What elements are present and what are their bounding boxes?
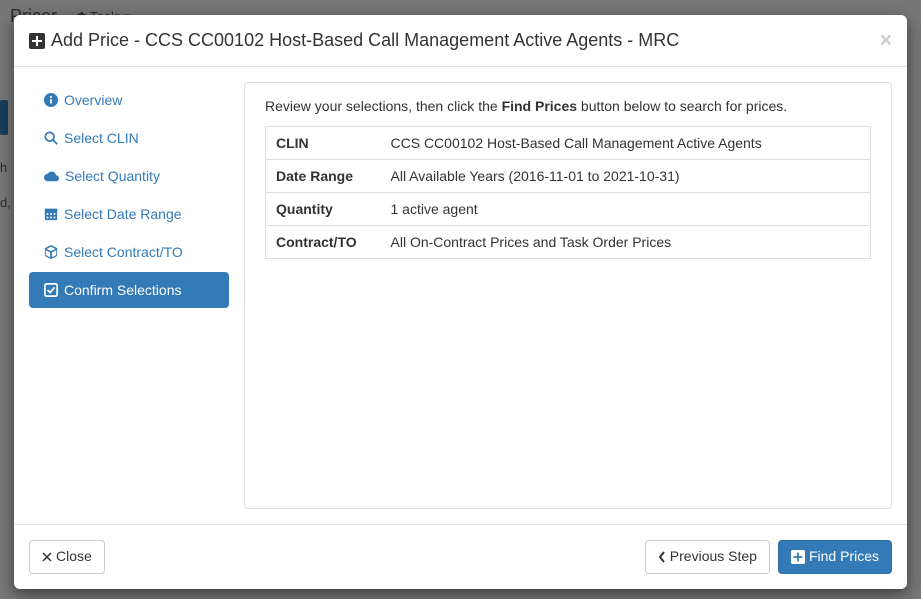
close-label: Close — [56, 547, 92, 567]
table-row: Date Range All Available Years (2016-11-… — [266, 160, 871, 193]
plus-square-icon — [791, 550, 805, 564]
add-price-modal: Add Price - CCS CC00102 Host-Based Call … — [14, 15, 907, 589]
search-icon — [44, 131, 58, 145]
row-value: All Available Years (2016-11-01 to 2021-… — [381, 160, 871, 193]
nav-label: Select CLIN — [64, 130, 139, 146]
close-footer-button[interactable]: Close — [29, 540, 105, 574]
intro-prefix: Review your selections, then click the — [265, 98, 502, 114]
table-row: Contract/TO All On-Contract Prices and T… — [266, 226, 871, 259]
intro-bold: Find Prices — [502, 98, 577, 114]
row-label: Contract/TO — [266, 226, 381, 259]
plus-square-icon — [29, 33, 45, 49]
close-button[interactable]: × — [880, 30, 892, 51]
modal-body: Overview Select CLIN Select Quantity Sel… — [14, 67, 907, 524]
row-label: Quantity — [266, 193, 381, 226]
cloud-icon — [44, 169, 59, 183]
confirm-panel: Review your selections, then click the F… — [244, 82, 892, 509]
wizard-nav: Overview Select CLIN Select Quantity Sel… — [29, 82, 229, 509]
cube-icon — [44, 245, 58, 259]
close-icon — [42, 552, 52, 562]
table-row: Quantity 1 active agent — [266, 193, 871, 226]
modal-header: Add Price - CCS CC00102 Host-Based Call … — [14, 15, 907, 67]
row-label: Date Range — [266, 160, 381, 193]
nav-label: Confirm Selections — [64, 282, 182, 298]
nav-overview[interactable]: Overview — [29, 82, 229, 118]
find-prices-button[interactable]: Find Prices — [778, 540, 892, 574]
nav-label: Select Contract/TO — [64, 244, 183, 260]
previous-step-button[interactable]: Previous Step — [645, 540, 770, 574]
nav-select-contract-to[interactable]: Select Contract/TO — [29, 234, 229, 270]
row-value: CCS CC00102 Host-Based Call Management A… — [381, 127, 871, 160]
check-square-icon — [44, 283, 58, 297]
info-circle-icon — [44, 93, 58, 107]
row-label: CLIN — [266, 127, 381, 160]
intro-suffix: button below to search for prices. — [577, 98, 787, 114]
nav-label: Select Date Range — [64, 206, 182, 222]
row-value: All On-Contract Prices and Task Order Pr… — [381, 226, 871, 259]
chevron-left-icon — [658, 551, 666, 563]
nav-select-date-range[interactable]: Select Date Range — [29, 196, 229, 232]
calendar-icon — [44, 207, 58, 221]
find-prices-label: Find Prices — [809, 547, 879, 567]
nav-select-quantity[interactable]: Select Quantity — [29, 158, 229, 194]
previous-step-label: Previous Step — [670, 547, 757, 567]
nav-label: Overview — [64, 92, 122, 108]
modal-title-text: Add Price - CCS CC00102 Host-Based Call … — [51, 30, 679, 51]
nav-select-clin[interactable]: Select CLIN — [29, 120, 229, 156]
nav-confirm-selections[interactable]: Confirm Selections — [29, 272, 229, 308]
row-value: 1 active agent — [381, 193, 871, 226]
footer-right: Previous Step Find Prices — [645, 540, 892, 574]
intro-text: Review your selections, then click the F… — [265, 98, 871, 114]
table-row: CLIN CCS CC00102 Host-Based Call Managem… — [266, 127, 871, 160]
summary-table: CLIN CCS CC00102 Host-Based Call Managem… — [265, 126, 871, 259]
modal-footer: Close Previous Step Find Prices — [14, 524, 907, 589]
nav-label: Select Quantity — [65, 168, 160, 184]
modal-title: Add Price - CCS CC00102 Host-Based Call … — [29, 30, 679, 51]
